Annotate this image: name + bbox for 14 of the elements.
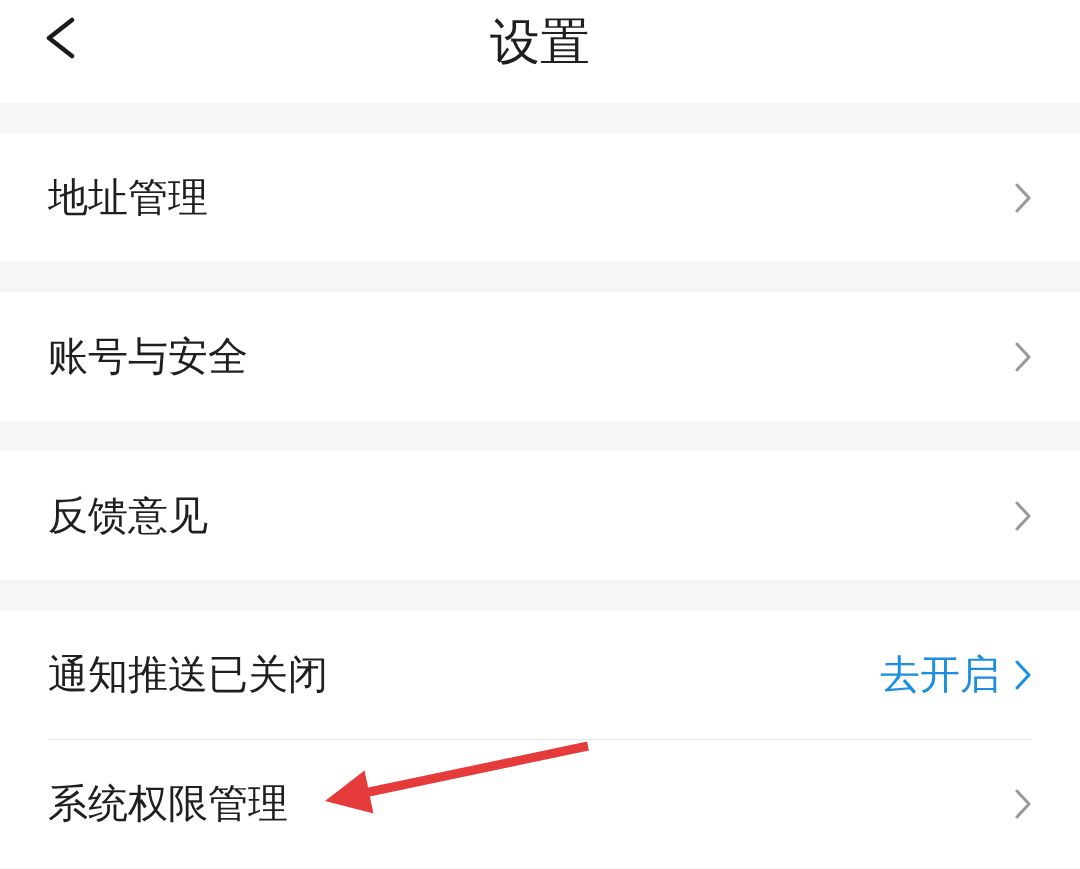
chevron-right-icon — [1014, 499, 1032, 532]
chevron-right-icon — [1014, 340, 1032, 373]
settings-item[interactable]: 账号与安全 — [0, 292, 1080, 421]
settings-item[interactable]: 系统权限管理 — [0, 739, 1080, 868]
chevron-right-icon — [1014, 181, 1032, 214]
settings-item[interactable]: 地址管理 — [0, 133, 1080, 262]
chevron-left-icon — [45, 17, 75, 59]
chevron-right-icon — [1014, 658, 1032, 691]
back-button[interactable] — [45, 17, 75, 59]
enable-link[interactable]: 去开启 — [880, 647, 1032, 702]
page-title: 设置 — [490, 12, 590, 72]
settings-item[interactable]: 通知推送已关闭 去开启 — [0, 610, 1080, 739]
settings-item[interactable]: 反馈意见 — [0, 451, 1080, 580]
chevron-right-icon — [1014, 787, 1032, 820]
